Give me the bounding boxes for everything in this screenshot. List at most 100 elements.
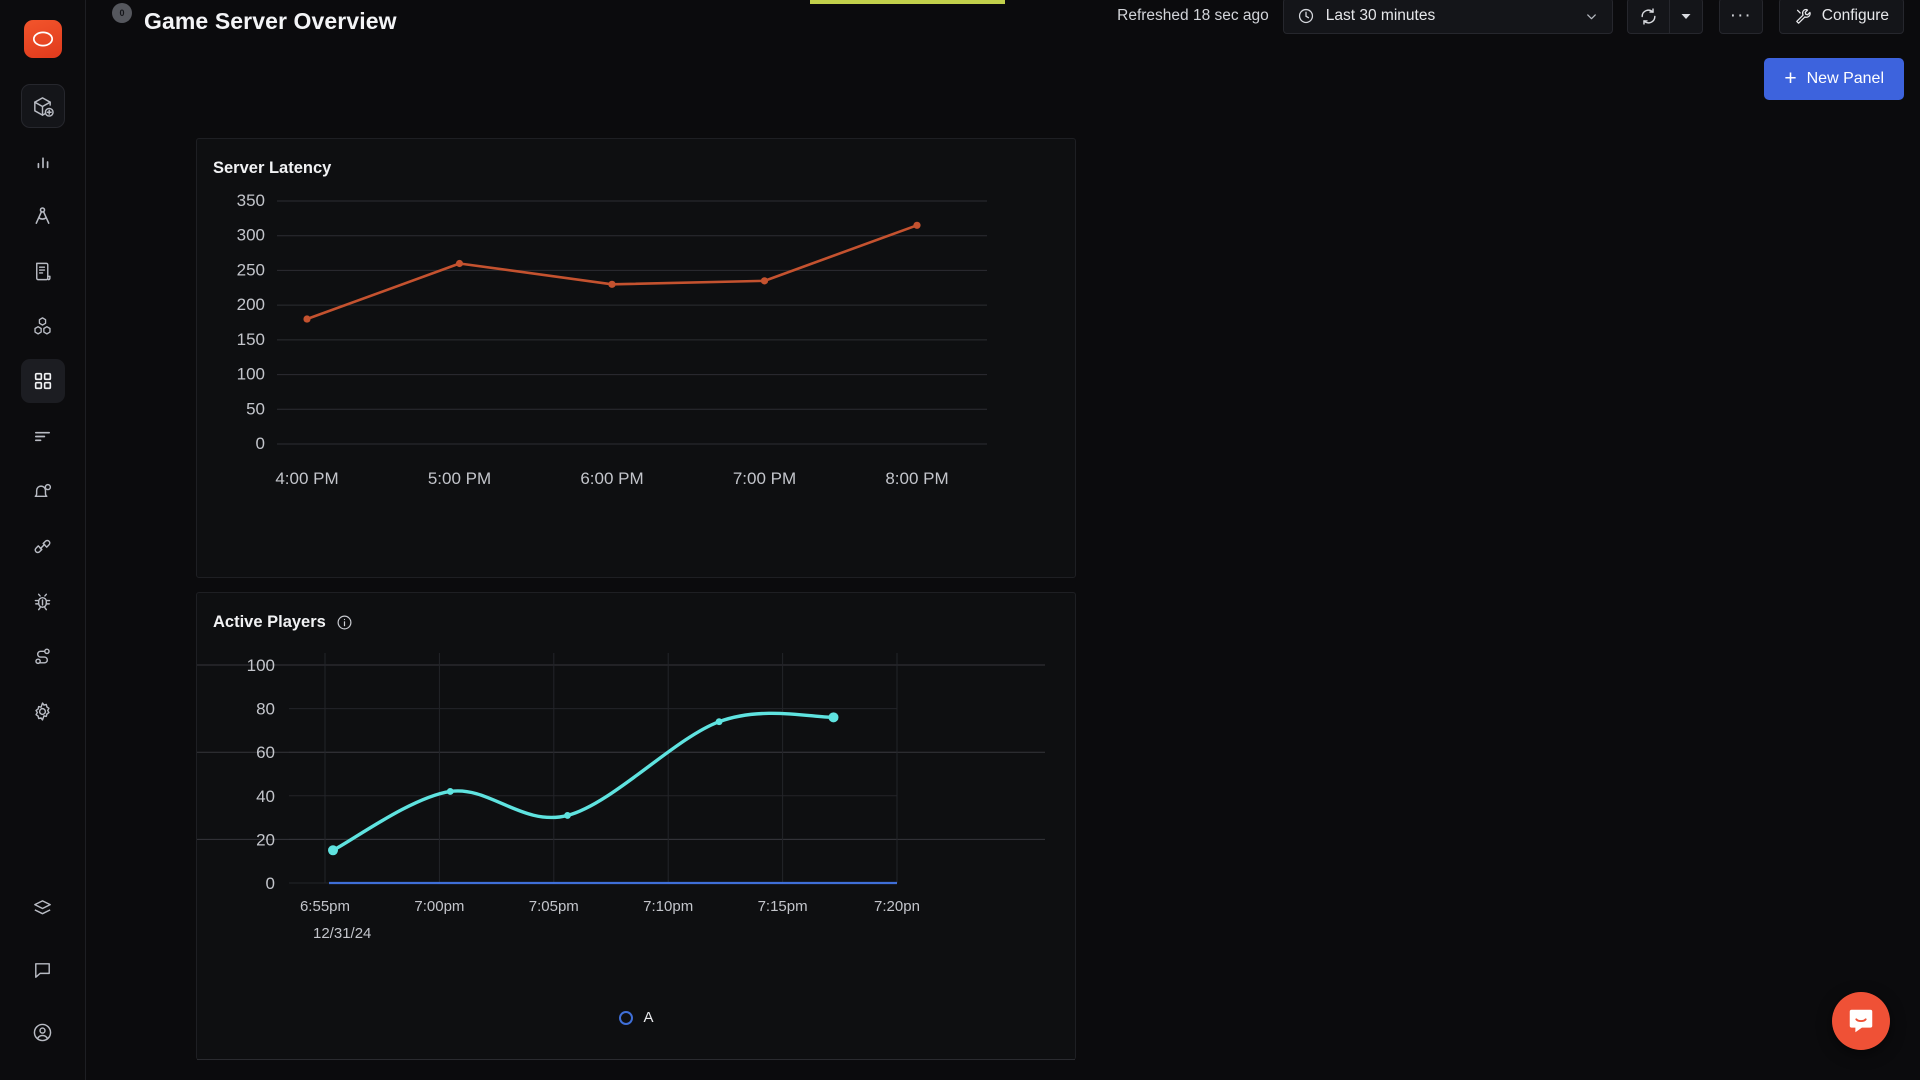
more-options-button[interactable]: ··· [1718, 0, 1763, 34]
main-content: 0 Game Server Overview Refreshed 18 sec … [86, 0, 1920, 1080]
topbar-actions: Refreshed 18 sec ago Last 30 minutes ···… [1117, 0, 1904, 34]
refresh-icon [1641, 7, 1656, 25]
svg-text:7:00pm: 7:00pm [414, 898, 464, 915]
layers-icon [34, 899, 51, 914]
svg-text:80: 80 [256, 700, 275, 719]
compass-icon [35, 206, 50, 224]
app-logo[interactable] [23, 20, 62, 58]
svg-text:300: 300 [237, 226, 265, 245]
svg-text:7:15pm: 7:15pm [758, 898, 808, 915]
svg-text:150: 150 [237, 330, 265, 349]
svg-text:50: 50 [246, 399, 265, 418]
svg-text:100: 100 [247, 656, 275, 675]
clock-icon [1298, 8, 1313, 24]
refresh-interval-dropdown[interactable] [1668, 0, 1703, 34]
user-account-icon [33, 1023, 52, 1041]
bar-chart-icon [37, 157, 48, 169]
svg-text:40: 40 [256, 787, 275, 806]
svg-text:0: 0 [266, 874, 275, 893]
refresh-button[interactable] [1626, 0, 1669, 34]
configure-label: Configure [1821, 7, 1889, 24]
chevron-down-icon [1586, 13, 1596, 19]
title-badge: 0 [112, 3, 132, 23]
active-players-chart[interactable]: 0 20 40 60 80 100 6:55pm 7:00pm 7:05pm 7:10pm 7:1… [197, 593, 1075, 1060]
intercom-launcher-button[interactable] [1832, 992, 1890, 1050]
legend-entry-label[interactable]: A [643, 1009, 653, 1026]
svg-text:7:05pm: 7:05pm [529, 898, 579, 915]
players-y-tick-labels: 0 20 40 60 80 100 [247, 656, 275, 893]
latency-data-points [303, 221, 921, 323]
sidebar-bottom-group [21, 886, 65, 1054]
refreshed-status: Refreshed 18 sec ago [1117, 7, 1269, 24]
page-loading-progress-bar [810, 0, 1005, 4]
scroll-document-icon [36, 262, 51, 280]
sidebar-item-compass[interactable] [21, 194, 65, 238]
svg-text:5:00 PM: 5:00 PM [428, 469, 491, 488]
svg-text:8:00 PM: 8:00 PM [885, 469, 948, 488]
sidebar-item-list-lines[interactable] [21, 414, 65, 458]
sidebar-item-scroll-document[interactable] [21, 249, 65, 293]
sidebar-item-gear-settings[interactable] [21, 689, 65, 733]
sidebar-item-bug[interactable] [21, 579, 65, 623]
app-root: 0 Game Server Overview Refreshed 18 sec … [0, 0, 1920, 1080]
sidebar-item-chat-bubble[interactable] [21, 948, 65, 992]
sidebar-nav-group [20, 84, 65, 744]
caret-down-icon [1681, 14, 1691, 19]
new-panel-row: + New Panel [1764, 58, 1904, 100]
svg-text:6:55pm: 6:55pm [300, 898, 350, 915]
panel-column: Server Latency 0 50 100 150 200 250 300 350 4:0… [196, 138, 1076, 1060]
sidebar-item-add-package[interactable] [20, 84, 65, 128]
svg-text:350: 350 [237, 191, 265, 210]
time-range-picker[interactable]: Last 30 minutes [1282, 0, 1613, 34]
svg-text:0: 0 [256, 434, 265, 453]
svg-text:20: 20 [256, 830, 275, 849]
server-latency-chart[interactable]: 0 50 100 150 200 250 300 350 4:00 PM 5:00 PM 6:00… [197, 139, 1075, 577]
svg-text:7:20pn: 7:20pn [874, 898, 920, 915]
left-sidebar [0, 0, 86, 1080]
players-data-points [328, 712, 839, 856]
list-lines-icon [34, 431, 51, 441]
gear-settings-icon [35, 701, 50, 721]
latency-x-tick-labels: 4:00 PM 5:00 PM 6:00 PM 7:00 PM 8:00 PM [275, 469, 948, 488]
players-chart-svg: 0 20 40 60 80 100 6:55pm 7:00pm 7:05pm 7:10pm 7:1… [197, 653, 1045, 942]
svg-text:7:00 PM: 7:00 PM [733, 469, 796, 488]
sidebar-item-bell-alert[interactable] [21, 469, 65, 513]
circle-outline-marker[interactable] [618, 1010, 634, 1026]
svg-text:250: 250 [237, 260, 265, 279]
chart-legend: A [197, 1009, 1075, 1026]
topbar: 0 Game Server Overview Refreshed 18 sec … [86, 0, 1920, 42]
players-series-line [331, 711, 836, 852]
plus-icon: + [1784, 66, 1797, 90]
panel-server-latency: Server Latency 0 50 100 150 200 250 300 350 4:0… [196, 138, 1076, 578]
new-panel-button[interactable]: + New Panel [1764, 58, 1904, 100]
panel-bottom-divider [197, 1059, 1075, 1060]
flow-nodes-icon [35, 647, 50, 664]
svg-text:100: 100 [237, 365, 265, 384]
new-panel-label: New Panel [1806, 70, 1884, 87]
sidebar-item-plug-connect[interactable] [21, 524, 65, 568]
plug-connect-icon [34, 539, 51, 553]
wrench-icon [1795, 8, 1811, 24]
eye-logo-icon [32, 31, 53, 47]
sidebar-item-flow-nodes[interactable] [21, 634, 65, 678]
sidebar-item-user-account[interactable] [21, 1010, 65, 1054]
sidebar-item-cubes[interactable] [21, 304, 65, 348]
players-date-label: 12/31/24 [313, 925, 371, 942]
page-title: Game Server Overview [144, 7, 397, 34]
cubes-icon [34, 316, 51, 335]
latency-y-tick-labels: 0 50 100 150 200 250 300 350 [237, 191, 265, 453]
players-x-tick-labels: 6:55pm 7:00pm 7:05pm 7:10pm 7:15pm 7:20pn [300, 898, 920, 915]
add-package-icon [34, 96, 54, 117]
svg-text:7:10pm: 7:10pm [643, 898, 693, 915]
sidebar-item-dashboard-grid[interactable] [20, 359, 65, 403]
svg-text:4:00 PM: 4:00 PM [275, 469, 338, 488]
time-range-label: Last 30 minutes [1325, 7, 1436, 24]
svg-text:6:00 PM: 6:00 PM [580, 469, 643, 488]
intercom-chat-icon [1849, 1009, 1873, 1033]
bug-icon [34, 593, 51, 610]
latency-chart-svg: 0 50 100 150 200 250 300 350 4:00 PM 5:00 PM 6:00… [237, 191, 987, 488]
sidebar-item-layers[interactable] [21, 886, 65, 930]
configure-button[interactable]: Configure [1778, 0, 1904, 34]
sidebar-item-bar-chart[interactable] [21, 139, 65, 183]
chat-bubble-icon [35, 962, 50, 978]
